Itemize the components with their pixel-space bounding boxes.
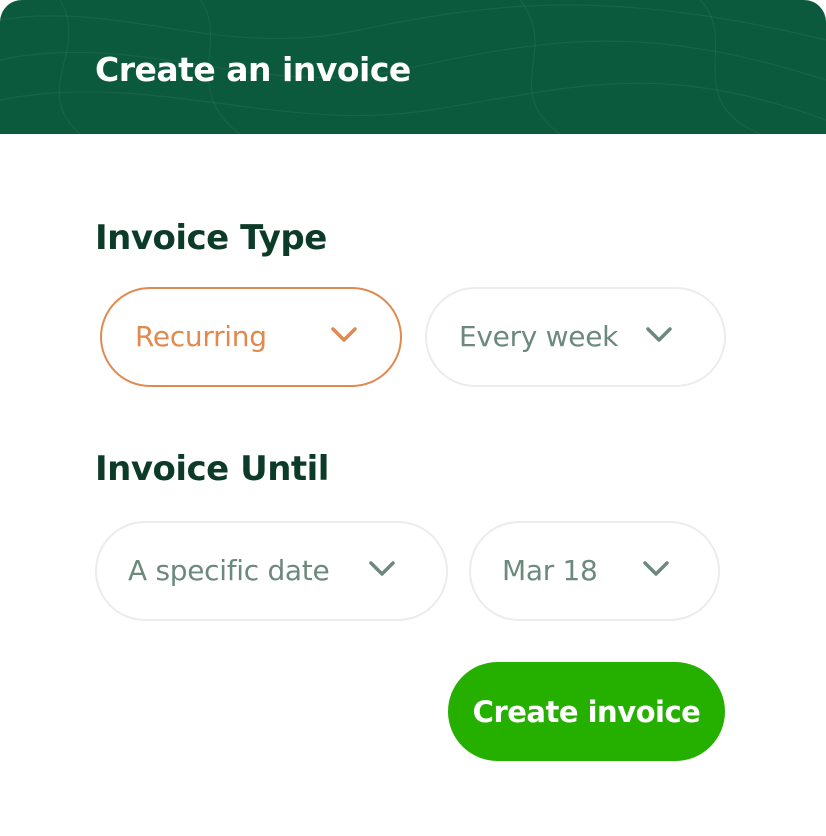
frequency-dropdown[interactable]: Every week (425, 287, 726, 387)
card-header: Create an invoice (0, 0, 826, 134)
invoice-until-label: Invoice Until (95, 449, 329, 489)
invoice-type-label: Invoice Type (95, 218, 327, 258)
create-invoice-label: Create invoice (472, 694, 701, 729)
chevron-down-icon (369, 561, 395, 576)
chevron-down-icon (643, 561, 669, 576)
create-invoice-card: Create an invoice Invoice Type Recurring… (0, 0, 826, 836)
frequency-value: Every week (459, 320, 619, 353)
until-dropdown[interactable]: A specific date (95, 521, 448, 621)
until-value: A specific date (128, 554, 330, 587)
chevron-down-icon (646, 327, 672, 342)
create-invoice-button[interactable]: Create invoice (448, 662, 725, 761)
page-title: Create an invoice (95, 50, 411, 89)
invoice-type-dropdown[interactable]: Recurring (100, 287, 402, 387)
end-date-value: Mar 18 (502, 554, 598, 587)
chevron-down-icon (331, 327, 357, 342)
end-date-dropdown[interactable]: Mar 18 (469, 521, 720, 621)
invoice-type-value: Recurring (135, 320, 267, 353)
